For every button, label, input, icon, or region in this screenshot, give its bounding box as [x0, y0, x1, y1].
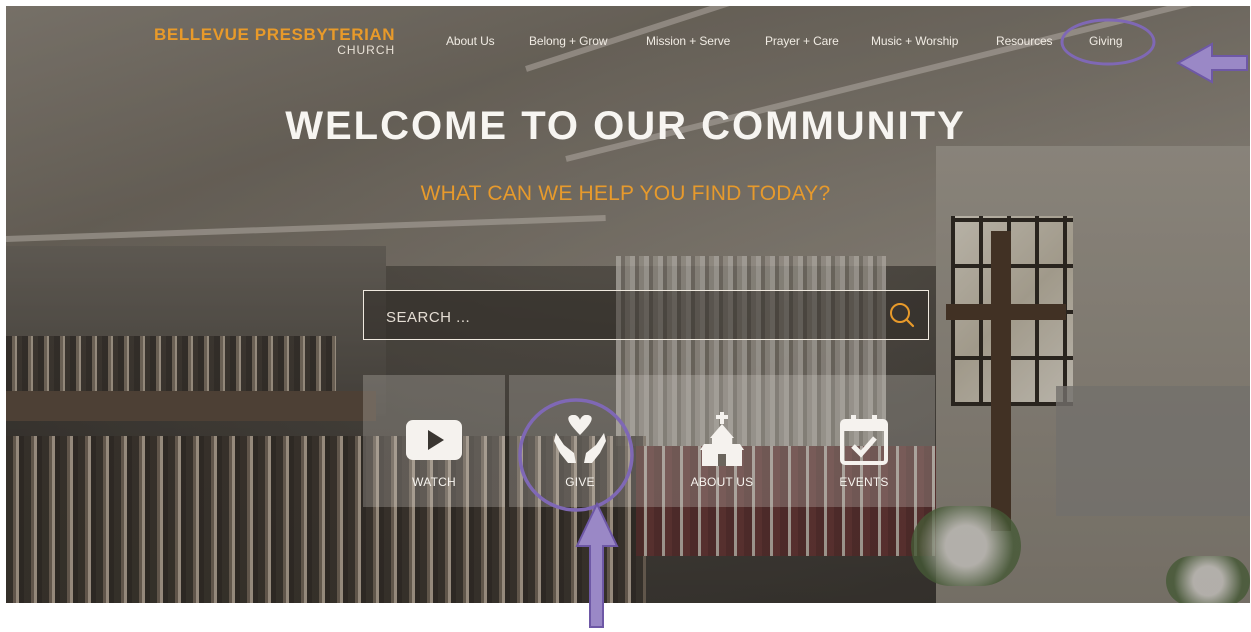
annotation-circle-give: [518, 398, 634, 512]
annotation-arrow-bottom: [575, 501, 619, 628]
annotation-arrow-right: [1175, 42, 1248, 84]
annotation-overlay: [518, 18, 1248, 628]
annotation-circle-giving: [1060, 18, 1156, 66]
